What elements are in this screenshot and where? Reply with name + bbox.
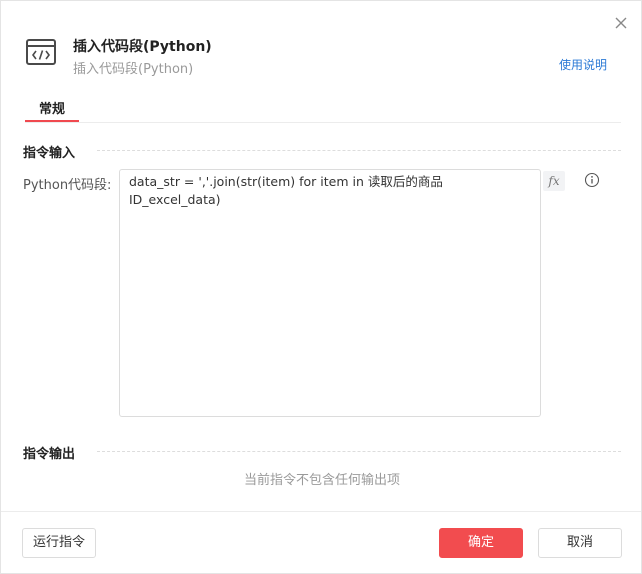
fx-button[interactable]: fx bbox=[543, 171, 565, 191]
dialog-subtitle: 插入代码段(Python) bbox=[73, 62, 194, 77]
code-icon bbox=[25, 37, 57, 67]
tab-general[interactable]: 常规 bbox=[25, 98, 79, 122]
run-command-button[interactable]: 运行指令 bbox=[22, 528, 96, 558]
help-link[interactable]: 使用说明 bbox=[559, 56, 607, 73]
confirm-button[interactable]: 确定 bbox=[439, 528, 523, 558]
footer-divider bbox=[1, 511, 641, 512]
dialog-title: 插入代码段(Python) bbox=[73, 39, 212, 55]
section-title-input: 指令输入 bbox=[23, 146, 76, 161]
section-title-output: 指令输出 bbox=[23, 447, 76, 462]
close-icon[interactable] bbox=[611, 13, 631, 33]
section-divider-input bbox=[97, 150, 621, 151]
output-empty-text: 当前指令不包含任何输出项 bbox=[243, 473, 400, 488]
cancel-button[interactable]: 取消 bbox=[538, 528, 622, 558]
info-icon[interactable] bbox=[584, 172, 600, 188]
insert-python-dialog: 插入代码段(Python) 插入代码段(Python) 使用说明 常规 指令输入… bbox=[0, 0, 642, 574]
python-code-label: Python代码段: bbox=[23, 178, 112, 193]
tab-divider bbox=[25, 122, 621, 123]
section-divider-output bbox=[97, 451, 621, 452]
python-code-input[interactable] bbox=[119, 169, 541, 417]
